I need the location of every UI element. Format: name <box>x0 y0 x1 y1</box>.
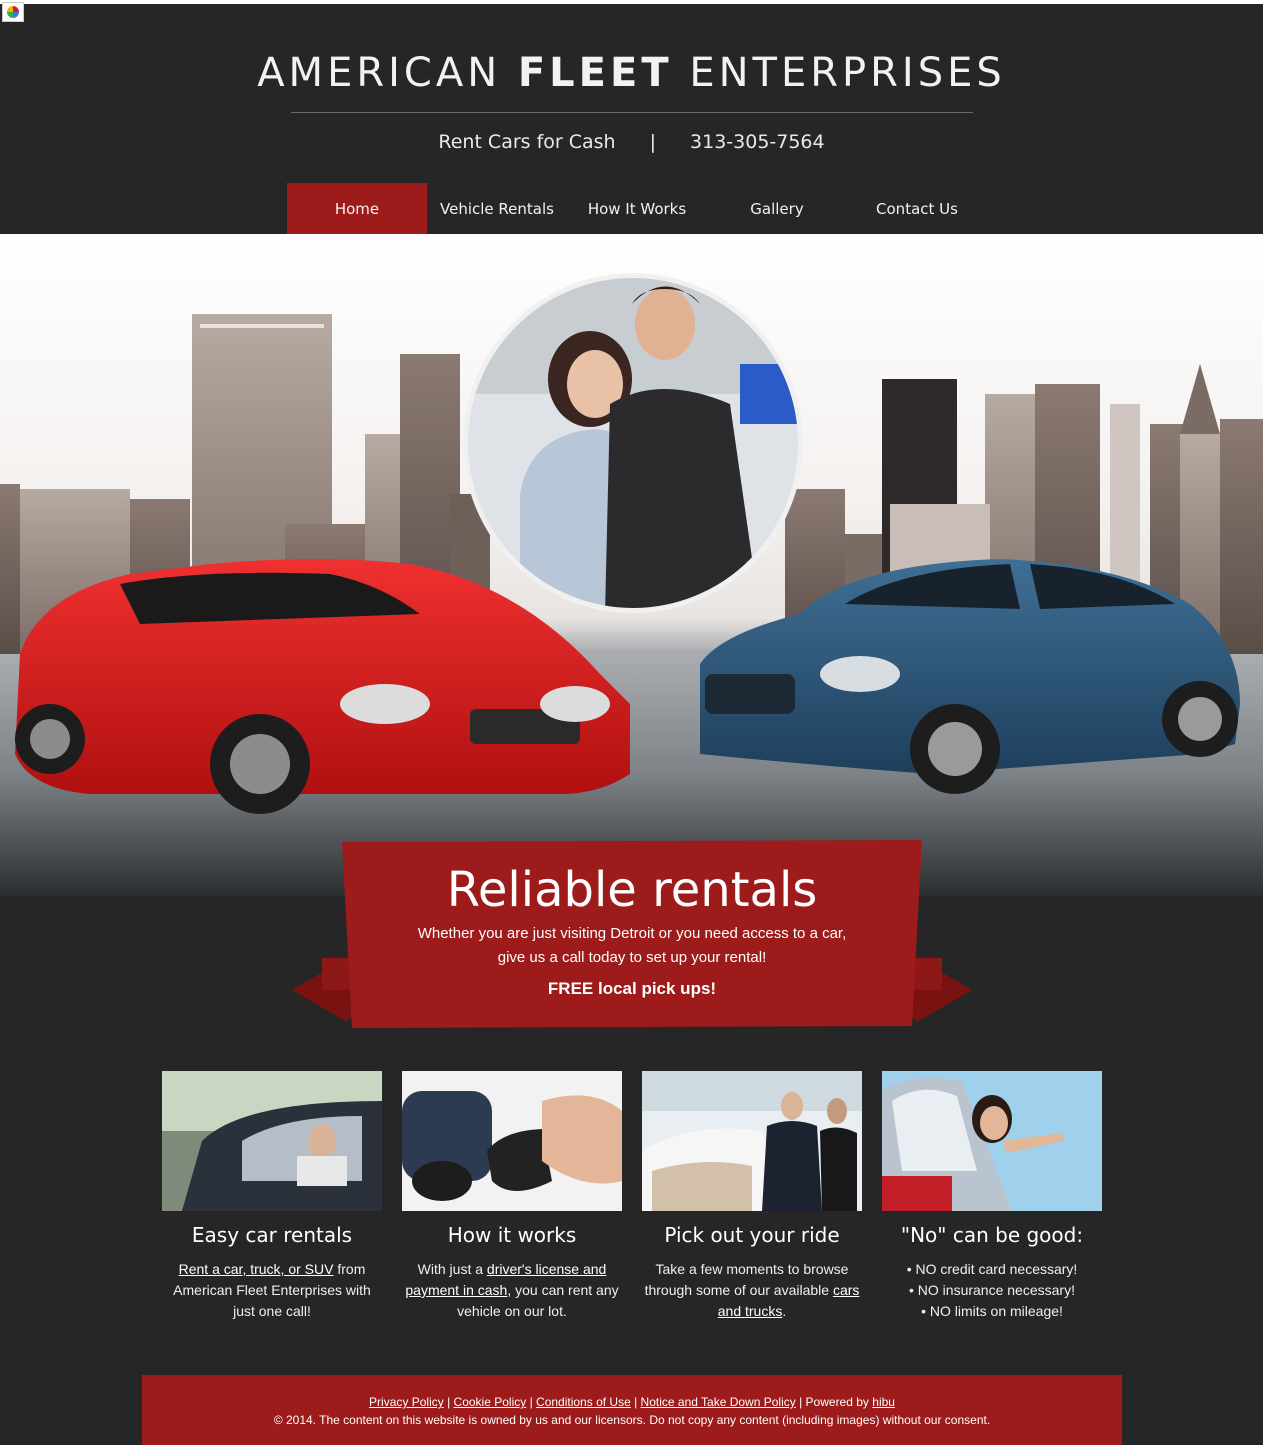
feature-description: Take a few moments to browse through som… <box>642 1259 862 1322</box>
nav-how-it-works[interactable]: How It Works <box>567 183 707 234</box>
red-car <box>15 559 630 814</box>
man-driving-car-image[interactable] <box>162 1071 382 1211</box>
footer: Privacy Policy | Cookie Policy | Conditi… <box>142 1375 1122 1445</box>
nav-home[interactable]: Home <box>287 183 427 234</box>
feature-bullet: • NO limits on mileage! <box>921 1303 1063 1319</box>
feature-description: With just a driver's license and payment… <box>402 1259 622 1322</box>
tagline-separator: | <box>649 131 657 153</box>
site-title-bold: FLEET <box>517 50 673 96</box>
promo-ribbon: Reliable rentals Whether you are just vi… <box>292 840 972 1030</box>
hero-illustration <box>0 273 1263 896</box>
feature-bullet: • NO insurance necessary! <box>909 1282 1075 1298</box>
rent-vehicle-link[interactable]: Rent a car, truck, or SUV <box>179 1261 334 1277</box>
top-border <box>0 0 1263 4</box>
title-divider <box>291 112 973 113</box>
feature-text: . <box>782 1303 787 1319</box>
feature-no-can-be-good: "No" can be good: • NO credit card neces… <box>882 1071 1102 1322</box>
nav-contact-us[interactable]: Contact Us <box>847 183 987 234</box>
cookie-policy-link[interactable]: Cookie Policy <box>454 1395 527 1409</box>
woman-holding-keys-image[interactable] <box>882 1071 1102 1211</box>
nav-gallery[interactable]: Gallery <box>707 183 847 234</box>
ribbon-title: Reliable rentals <box>446 862 818 918</box>
feature-title: Easy car rentals <box>191 1223 353 1247</box>
car-key-remote-image[interactable] <box>402 1071 622 1211</box>
site-title-part: AMERICAN <box>257 50 518 96</box>
nav-vehicle-rentals[interactable]: Vehicle Rentals <box>427 183 567 234</box>
ribbon-cta-text: FREE local pick ups! <box>547 979 717 998</box>
feature-title: Pick out your ride <box>664 1223 840 1247</box>
footer-links: Privacy Policy | Cookie Policy | Conditi… <box>369 1395 895 1409</box>
conditions-of-use-link[interactable]: Conditions of Use <box>536 1395 631 1409</box>
main-nav: Home Vehicle Rentals How It Works Galler… <box>287 183 987 234</box>
couple-with-keys-photo <box>463 273 803 613</box>
ribbon-body-text: Whether you are just visiting Detroit or… <box>417 925 847 966</box>
feature-description: Rent a car, truck, or SUV from American … <box>162 1259 382 1322</box>
notice-takedown-link[interactable]: Notice and Take Down Policy <box>641 1395 796 1409</box>
privacy-policy-link[interactable]: Privacy Policy <box>369 1395 444 1409</box>
feature-text: Take a few moments to browse through som… <box>644 1261 849 1298</box>
hero-banner <box>0 234 1263 896</box>
feature-title: How it works <box>447 1223 577 1247</box>
copyright-text: © 2014. The content on this website is o… <box>273 1413 991 1427</box>
browser-favicon-icon <box>2 2 24 22</box>
powered-by-text: Powered by <box>805 1395 869 1409</box>
phone-number[interactable]: 313-305-7564 <box>690 131 825 153</box>
tagline-text: Rent Cars for Cash <box>438 131 616 153</box>
feature-easy-rentals: Easy car rentals Rent a car, truck, or S… <box>162 1071 382 1322</box>
hibu-link[interactable]: hibu <box>872 1395 895 1409</box>
tagline: Rent Cars for Cash | 313-305-7564 <box>0 131 1263 153</box>
feature-pick-ride: Pick out your ride Take a few moments to… <box>642 1071 862 1322</box>
feature-description: • NO credit card necessary! • NO insuran… <box>882 1259 1102 1322</box>
site-title[interactable]: AMERICAN FLEET ENTERPRISES <box>0 50 1263 96</box>
car-showroom-image[interactable] <box>642 1071 862 1211</box>
site-title-part: ENTERPRISES <box>672 50 1006 96</box>
feature-title: "No" can be good: <box>900 1223 1084 1247</box>
feature-how-it-works: How it works With just a driver's licens… <box>402 1071 622 1322</box>
feature-text: With just a <box>417 1261 487 1277</box>
feature-bullet: • NO credit card necessary! <box>906 1261 1078 1277</box>
